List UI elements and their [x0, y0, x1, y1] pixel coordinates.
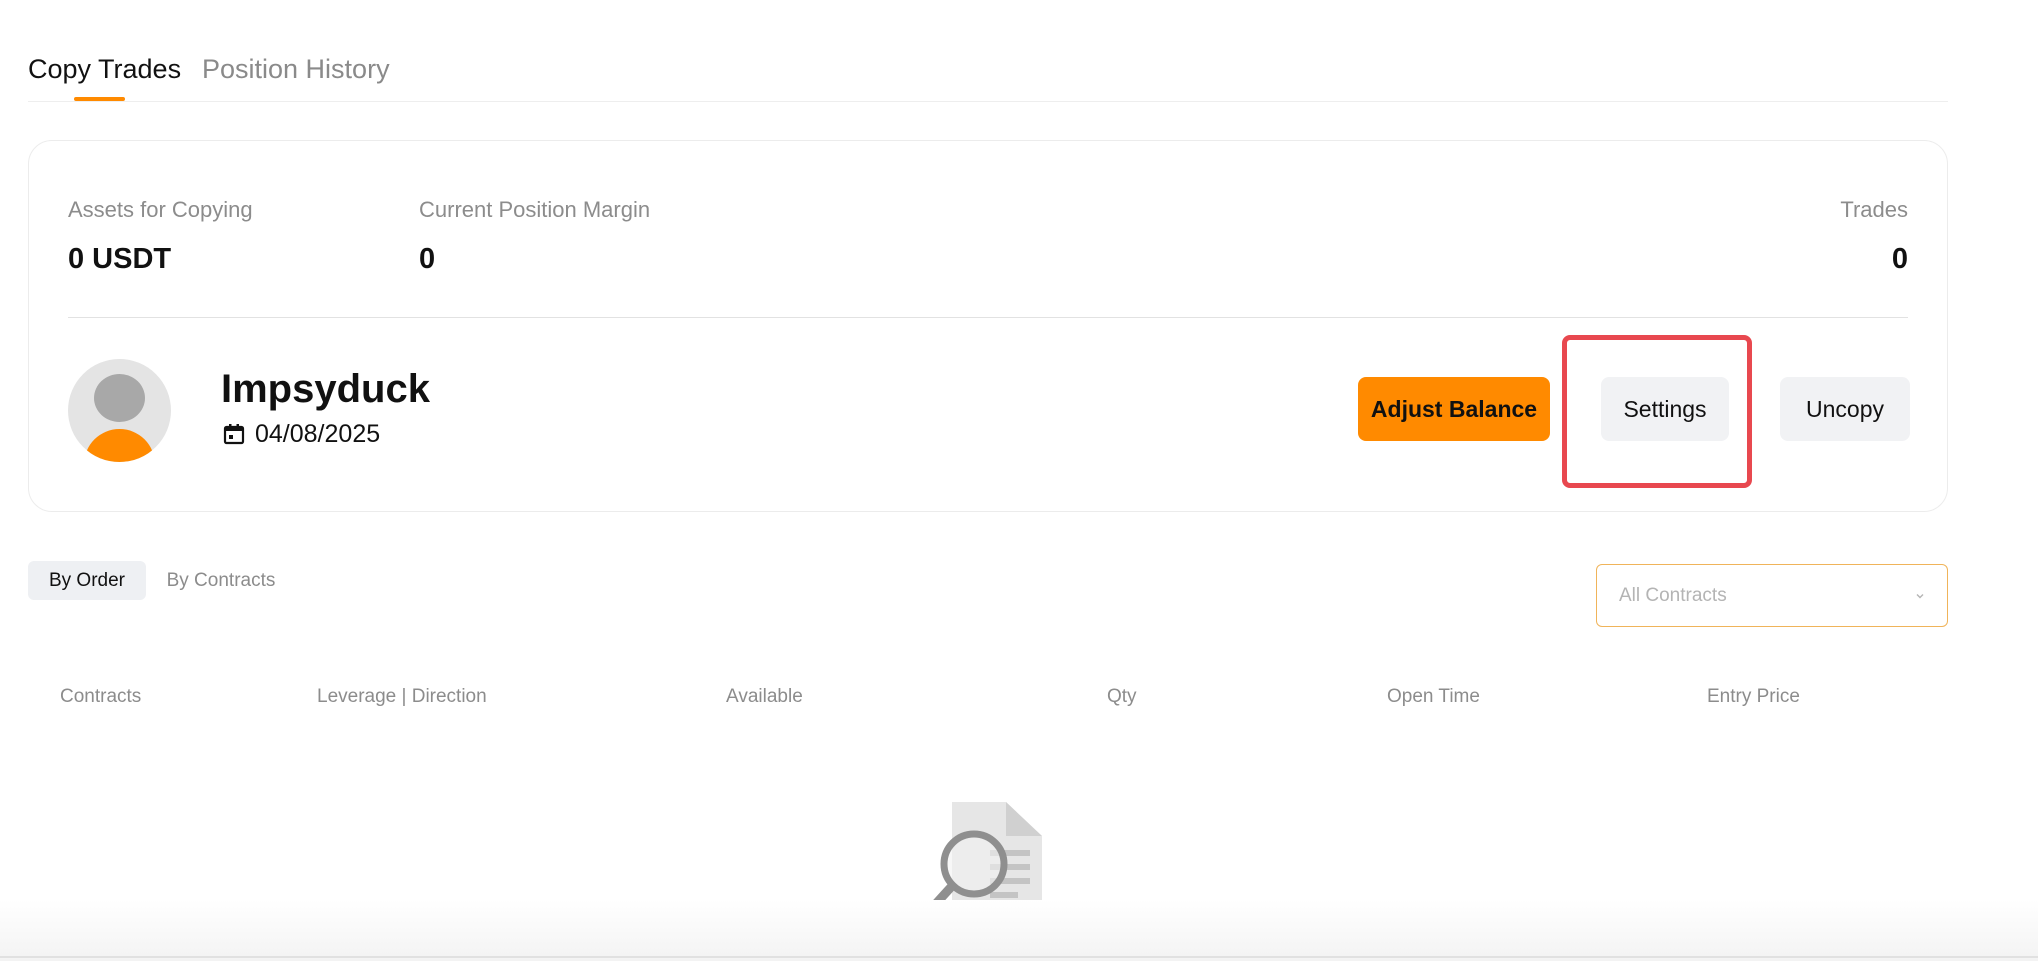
uncopy-button[interactable]: Uncopy [1780, 377, 1910, 441]
copy-trader-card: Assets for Copying 0 USDT Current Positi… [28, 140, 1948, 512]
divider [68, 317, 1908, 318]
copy-trades-page: Copy Trades Position History Assets for … [0, 0, 2038, 961]
contracts-select[interactable]: All Contracts [1596, 564, 1948, 627]
column-header-leverage-direction: Leverage | Direction [317, 686, 487, 707]
settings-button[interactable]: Settings [1601, 377, 1729, 441]
empty-search-icon [927, 802, 1042, 913]
column-header-contracts: Contracts [60, 686, 142, 707]
by-order-toggle[interactable]: By Order [28, 561, 146, 600]
column-header-qty: Qty [1107, 686, 1137, 707]
copy-start-date: 04/08/2025 [255, 419, 381, 448]
adjust-balance-button[interactable]: Adjust Balance [1358, 377, 1550, 441]
trades-value: 0 [1891, 243, 1908, 275]
chevron-down-icon [1916, 593, 1924, 598]
column-header-open-time: Open Time [1387, 686, 1480, 707]
active-tab-indicator [74, 97, 125, 101]
calendar-icon [223, 424, 245, 445]
trader-name: Impsyduck [221, 367, 430, 411]
bottom-fade [0, 900, 2038, 961]
tab-copy-trades[interactable]: Copy Trades [28, 54, 181, 85]
avatar [68, 359, 171, 462]
assets-label: Assets for Copying [68, 197, 253, 222]
tab-bar: Copy Trades Position History [28, 50, 1948, 102]
trades-label: Trades [1840, 197, 1908, 222]
contracts-select-value: All Contracts [1619, 584, 1727, 606]
by-contracts-toggle[interactable]: By Contracts [152, 561, 290, 600]
margin-label: Current Position Margin [419, 197, 651, 222]
column-header-available: Available [726, 686, 803, 707]
bottom-border [0, 956, 2038, 958]
copy-date-row: 04/08/2025 [223, 419, 380, 449]
tab-position-history[interactable]: Position History [202, 54, 390, 85]
column-header-entry-price: Entry Price [1707, 686, 1800, 707]
assets-value: 0 USDT [68, 243, 172, 275]
margin-value: 0 [419, 243, 436, 275]
